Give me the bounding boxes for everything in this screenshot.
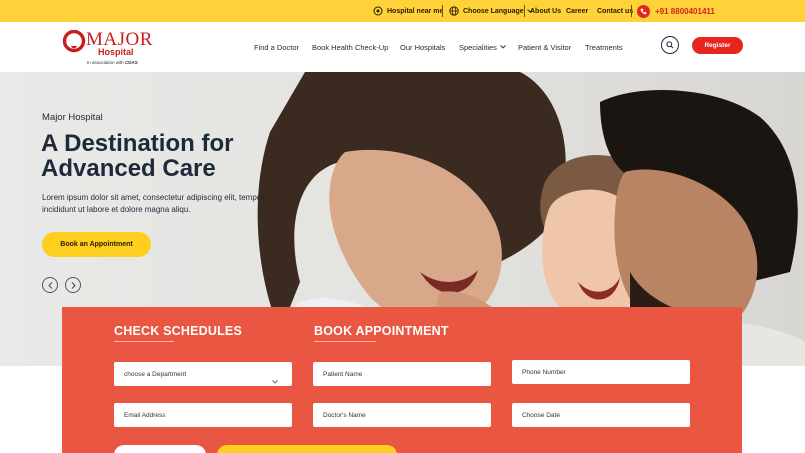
association-prefix: In association with — [87, 60, 126, 65]
nav-treatments[interactable]: Treatments — [585, 22, 623, 72]
nav-specialities[interactable]: Specialities — [459, 22, 506, 72]
search-icon — [666, 41, 674, 49]
divider — [442, 5, 443, 17]
action-button[interactable] — [114, 445, 206, 453]
hospital-near-me-link[interactable]: Hospital near me — [373, 0, 443, 22]
nav-label: Book Health Check-Up — [312, 42, 389, 52]
nav-label: Treatments — [585, 42, 623, 52]
nav-label: Our Hospitals — [400, 42, 446, 52]
contact-us-label: Contact us — [597, 7, 634, 15]
logo-association: In association with CDAS — [87, 60, 138, 65]
search-button[interactable] — [661, 36, 679, 54]
doctor-name-field[interactable]: Doctor's Name — [313, 403, 491, 427]
register-button[interactable]: Register — [692, 37, 743, 54]
logo-mark-icon — [62, 29, 86, 59]
logo[interactable]: MAJOR Hospital In association with CDAS — [62, 28, 157, 68]
logo-subtitle: Hospital — [98, 47, 134, 57]
nav-our-hospitals[interactable]: Our Hospitals — [400, 22, 445, 72]
nav-label: Find a Doctor — [254, 42, 300, 52]
phone-number-field[interactable]: Phone Number — [512, 360, 690, 384]
hero-eyebrow: Major Hospital — [42, 112, 103, 123]
nav-book-health-checkup[interactable]: Book Health Check-Up — [312, 22, 388, 72]
chevron-left-icon — [47, 281, 53, 289]
email-placeholder: Email Address — [124, 411, 166, 419]
chevron-down-icon — [500, 45, 506, 49]
choose-language-label: Choose Language — [463, 7, 524, 15]
heading-underline — [314, 341, 376, 342]
nav-find-doctor[interactable]: Find a Doctor — [254, 22, 299, 72]
chevron-down-icon — [272, 379, 278, 386]
divider — [631, 5, 632, 17]
phone-link[interactable]: +91 8800401411 — [637, 0, 715, 22]
next-slide-button[interactable] — [65, 277, 81, 293]
nav-label: Patient & Visitor — [518, 42, 572, 52]
book-appointment-heading: BOOK APPOINTMENT — [314, 324, 449, 338]
book-appointment-label: Book an Appointment — [60, 241, 133, 248]
hero-description: Lorem ipsum dolor sit amet, consectetur … — [42, 193, 264, 214]
register-label: Register — [704, 42, 731, 49]
nav-label: Specialities — [459, 42, 497, 52]
check-schedules-heading: CHECK SCHEDULES — [114, 324, 243, 338]
contact-us-link[interactable]: Contact us — [597, 0, 633, 22]
chevron-right-icon — [71, 281, 76, 289]
phone-number: +91 8800401411 — [655, 6, 715, 16]
language-selector[interactable]: Choose Language — [449, 0, 533, 22]
globe-icon — [449, 6, 459, 16]
top-bar: Hospital near me Choose Language About U… — [0, 0, 805, 22]
doctor-name-placeholder: Doctor's Name — [323, 411, 366, 419]
divider — [524, 5, 525, 17]
about-us-label: About Us — [530, 7, 562, 15]
about-us-link[interactable]: About Us — [530, 0, 561, 22]
department-placeholder: choose a Department — [124, 370, 187, 378]
location-pin-icon — [373, 6, 383, 17]
email-field[interactable]: Email Address — [114, 403, 292, 427]
patient-name-field[interactable]: Patient Name — [313, 362, 491, 386]
date-field[interactable]: Choose Date — [512, 403, 690, 427]
date-placeholder: Choose Date — [522, 411, 560, 419]
nav-patient-visitor[interactable]: Patient & Visitor — [518, 22, 571, 72]
department-select[interactable]: choose a Department — [114, 362, 292, 386]
prev-slide-button[interactable] — [42, 277, 58, 293]
phone-number-placeholder: Phone Number — [522, 368, 566, 376]
phone-icon — [637, 4, 650, 18]
career-label: Career — [566, 7, 589, 15]
book-appointment-button[interactable]: Book an Appointment — [42, 232, 151, 257]
association-brand: CDAS — [125, 60, 138, 65]
hospital-near-me-label: Hospital near me — [387, 7, 444, 15]
career-link[interactable]: Career — [566, 0, 588, 22]
heading-underline — [114, 341, 174, 342]
main-header: MAJOR Hospital In association with CDAS … — [0, 22, 805, 72]
hero-title: A Destination for Advanced Care — [41, 130, 234, 182]
booking-panel: CHECK SCHEDULES BOOK APPOINTMENT choose … — [62, 307, 742, 453]
submit-button[interactable] — [217, 445, 397, 453]
patient-name-placeholder: Patient Name — [323, 370, 363, 378]
